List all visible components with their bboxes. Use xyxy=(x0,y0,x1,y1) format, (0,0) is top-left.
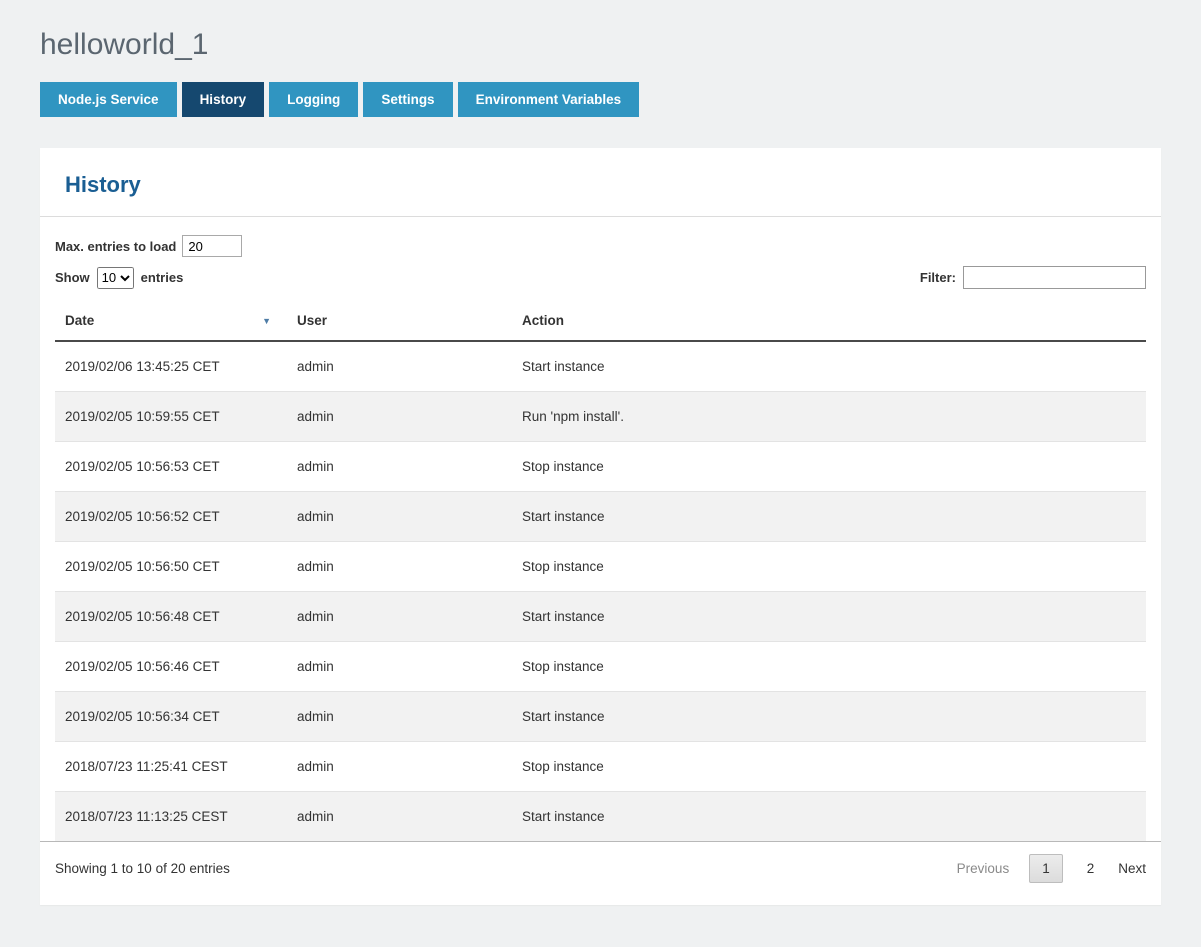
cell-action: Start instance xyxy=(512,492,1146,542)
table-row: 2019/02/05 10:56:52 CETadminStart instan… xyxy=(55,492,1146,542)
table-row: 2019/02/05 10:56:53 CETadminStop instanc… xyxy=(55,442,1146,492)
table-row: 2019/02/05 10:56:50 CETadminStop instanc… xyxy=(55,542,1146,592)
tab-node-js-service[interactable]: Node.js Service xyxy=(40,82,177,117)
cell-action: Stop instance xyxy=(512,442,1146,492)
tab-environment-variables[interactable]: Environment Variables xyxy=(458,82,640,117)
table-header-row: Date ▼ User Action xyxy=(55,303,1146,341)
cell-action: Run 'npm install'. xyxy=(512,392,1146,442)
cell-user: admin xyxy=(287,792,512,842)
tab-history[interactable]: History xyxy=(182,82,265,117)
cell-date: 2019/02/05 10:56:52 CET xyxy=(55,492,287,542)
pagination-next[interactable]: Next xyxy=(1118,861,1146,876)
table-row: 2019/02/05 10:56:48 CETadminStart instan… xyxy=(55,592,1146,642)
cell-user: admin xyxy=(287,542,512,592)
cell-action: Stop instance xyxy=(512,742,1146,792)
cell-user: admin xyxy=(287,592,512,642)
table-summary: Showing 1 to 10 of 20 entries xyxy=(55,861,230,876)
history-panel: History Max. entries to load Show 10 ent… xyxy=(40,148,1161,905)
pagination-previous[interactable]: Previous xyxy=(957,861,1010,876)
filter-input[interactable] xyxy=(963,266,1146,289)
sort-desc-icon: ▼ xyxy=(262,316,271,326)
panel-body: Max. entries to load Show 10 entries Fil… xyxy=(40,217,1161,841)
table-row: 2018/07/23 11:25:41 CESTadminStop instan… xyxy=(55,742,1146,792)
cell-date: 2018/07/23 11:13:25 CEST xyxy=(55,792,287,842)
pagination-page-1[interactable]: 1 xyxy=(1029,854,1063,883)
column-header-user[interactable]: User xyxy=(287,303,512,341)
column-header-action[interactable]: Action xyxy=(512,303,1146,341)
cell-action: Stop instance xyxy=(512,542,1146,592)
cell-date: 2019/02/06 13:45:25 CET xyxy=(55,341,287,392)
filter-group: Filter: xyxy=(920,266,1146,289)
column-header-date[interactable]: Date ▼ xyxy=(55,303,287,341)
cell-user: admin xyxy=(287,742,512,792)
cell-date: 2018/07/23 11:25:41 CEST xyxy=(55,742,287,792)
cell-date: 2019/02/05 10:56:53 CET xyxy=(55,442,287,492)
table-controls-row: Show 10 entries Filter: xyxy=(55,266,1146,289)
cell-action: Stop instance xyxy=(512,642,1146,692)
tab-logging[interactable]: Logging xyxy=(269,82,358,117)
max-entries-label: Max. entries to load xyxy=(55,239,176,254)
history-table: Date ▼ User Action 2019/02/06 13:45:25 C… xyxy=(55,303,1146,841)
max-entries-input[interactable] xyxy=(182,235,242,257)
pagination-page-2[interactable]: 2 xyxy=(1083,855,1099,882)
cell-date: 2019/02/05 10:56:34 CET xyxy=(55,692,287,742)
cell-date: 2019/02/05 10:56:48 CET xyxy=(55,592,287,642)
tab-settings[interactable]: Settings xyxy=(363,82,452,117)
tab-bar: Node.js ServiceHistoryLoggingSettingsEnv… xyxy=(40,82,1161,117)
cell-date: 2019/02/05 10:56:50 CET xyxy=(55,542,287,592)
cell-user: admin xyxy=(287,692,512,742)
cell-user: admin xyxy=(287,442,512,492)
cell-date: 2019/02/05 10:56:46 CET xyxy=(55,642,287,692)
show-label: Show xyxy=(55,270,90,285)
cell-user: admin xyxy=(287,392,512,442)
cell-action: Start instance xyxy=(512,692,1146,742)
cell-user: admin xyxy=(287,492,512,542)
page-title: helloworld_1 xyxy=(40,0,1161,82)
column-header-date-label: Date xyxy=(65,313,94,328)
cell-user: admin xyxy=(287,341,512,392)
table-row: 2019/02/05 10:56:46 CETadminStop instanc… xyxy=(55,642,1146,692)
cell-action: Start instance xyxy=(512,592,1146,642)
table-row: 2018/07/23 11:13:25 CESTadminStart insta… xyxy=(55,792,1146,842)
cell-date: 2019/02/05 10:59:55 CET xyxy=(55,392,287,442)
cell-action: Start instance xyxy=(512,792,1146,842)
cell-action: Start instance xyxy=(512,341,1146,392)
entries-label: entries xyxy=(141,270,184,285)
page-length-group: Show 10 entries xyxy=(55,267,183,289)
panel-heading: History xyxy=(65,172,1136,198)
page: helloworld_1 Node.js ServiceHistoryLoggi… xyxy=(0,0,1201,943)
pagination: Previous 1 2 Next xyxy=(957,854,1146,883)
table-footer: Showing 1 to 10 of 20 entries Previous 1… xyxy=(40,841,1161,905)
table-row: 2019/02/05 10:56:34 CETadminStart instan… xyxy=(55,692,1146,742)
page-length-select[interactable]: 10 xyxy=(97,267,134,289)
cell-user: admin xyxy=(287,642,512,692)
table-row: 2019/02/05 10:59:55 CETadminRun 'npm ins… xyxy=(55,392,1146,442)
panel-heading-section: History xyxy=(40,148,1161,217)
filter-label: Filter: xyxy=(920,270,956,285)
max-entries-row: Max. entries to load xyxy=(55,235,1146,257)
table-row: 2019/02/06 13:45:25 CETadminStart instan… xyxy=(55,341,1146,392)
